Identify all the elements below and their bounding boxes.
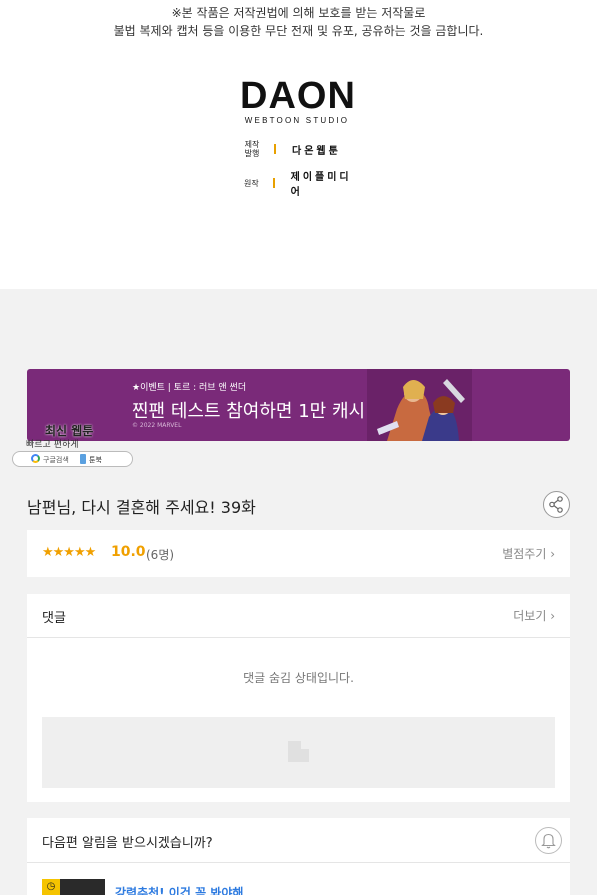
banner-headline: 찐팬 테스트 참여하면 1만 캐시! <box>132 401 373 422</box>
rating-count: (6명) <box>146 548 175 562</box>
logo-wordmark: DAON <box>240 75 356 117</box>
credit-value: 다온웹툰 <box>292 145 341 157</box>
comment-hidden-message: 댓글 숨김 상태입니다. <box>243 671 354 685</box>
ad-subtitle: 빠르고 편하게 <box>26 440 79 450</box>
comment-title: 댓글 <box>42 611 66 626</box>
notify-bell-button[interactable] <box>535 827 562 854</box>
share-icon <box>549 496 563 513</box>
rating-score: 10.0 <box>111 544 146 560</box>
ad-toonbook-label: 툰북 <box>89 456 102 464</box>
image-placeholder-icon <box>288 741 309 762</box>
rating-stars: ★★★★★ <box>42 545 96 560</box>
logo-subtitle: WEBTOON STUDIO <box>244 116 350 125</box>
ad-google-label: 구글검색 <box>43 456 69 464</box>
bell-icon <box>541 833 556 849</box>
comment-section: 댓글 더보기 › 댓글 숨김 상태입니다. <box>27 594 570 802</box>
clock-icon: ◷ <box>42 879 60 895</box>
next-episode-link[interactable]: 강력추천! 이건 꼭 봐야해 <box>115 884 243 895</box>
credit-publisher: 제작 발행 다온웹툰 <box>240 140 360 158</box>
rate-button[interactable]: 별점주기 › <box>502 545 555 562</box>
comment-header: 댓글 더보기 › <box>27 594 570 638</box>
google-icon <box>31 454 40 463</box>
daon-logo: DAON WEBTOON STUDIO <box>240 75 356 125</box>
copyright-notice-line1: ※본 작품은 저작권법에 의해 보호를 받는 저작물로 <box>171 6 426 20</box>
next-episode-notify: 다음편 알림을 받으시겠습니까? ◷ 강력추천! 이건 꼭 봐야해 <box>27 818 570 895</box>
copyright-notice-line2: 불법 복제와 캡처 등을 이용한 무단 전재 및 유포, 공유하는 것을 금합니… <box>113 24 484 38</box>
credit-role: 원작 <box>244 178 259 188</box>
notify-question: 다음편 알림을 받으시겠습니까? <box>42 836 213 851</box>
book-icon <box>80 454 86 464</box>
rating-card: ★★★★★ 10.0 (6명) 별점주기 › <box>27 530 570 577</box>
webtoon-app-ad[interactable]: 최신 웹툰 빠르고 편하게 구글검색 툰북 <box>12 422 134 468</box>
ad-placeholder[interactable] <box>42 717 555 788</box>
credit-value: 제이플미디어 <box>290 172 352 198</box>
banner-event-label: ★이벤트 | 토르 : 러브 앤 썬더 <box>132 383 247 393</box>
comment-more-link[interactable]: 더보기 › <box>513 607 555 624</box>
episode-title: 남편님, 다시 결혼해 주세요! 39화 <box>27 498 256 517</box>
credit-original: 원작 제이플미디어 <box>240 168 360 198</box>
share-button[interactable] <box>543 491 570 518</box>
banner-copyright: © 2022 MARVEL <box>132 422 182 429</box>
credit-divider <box>272 178 275 188</box>
banner-hero-image <box>367 369 472 441</box>
credit-role: 제작 발행 <box>244 140 260 158</box>
notify-header: 다음편 알림을 받으시겠습니까? <box>27 818 570 863</box>
ad-search-pill[interactable]: 구글검색 툰북 <box>12 451 133 467</box>
next-episode-thumbnail[interactable]: ◷ <box>42 879 105 895</box>
copyright-section: ※본 작품은 저작권법에 의해 보호를 받는 저작물로 불법 복제와 캡처 등을… <box>0 0 597 289</box>
credit-divider <box>274 144 276 154</box>
